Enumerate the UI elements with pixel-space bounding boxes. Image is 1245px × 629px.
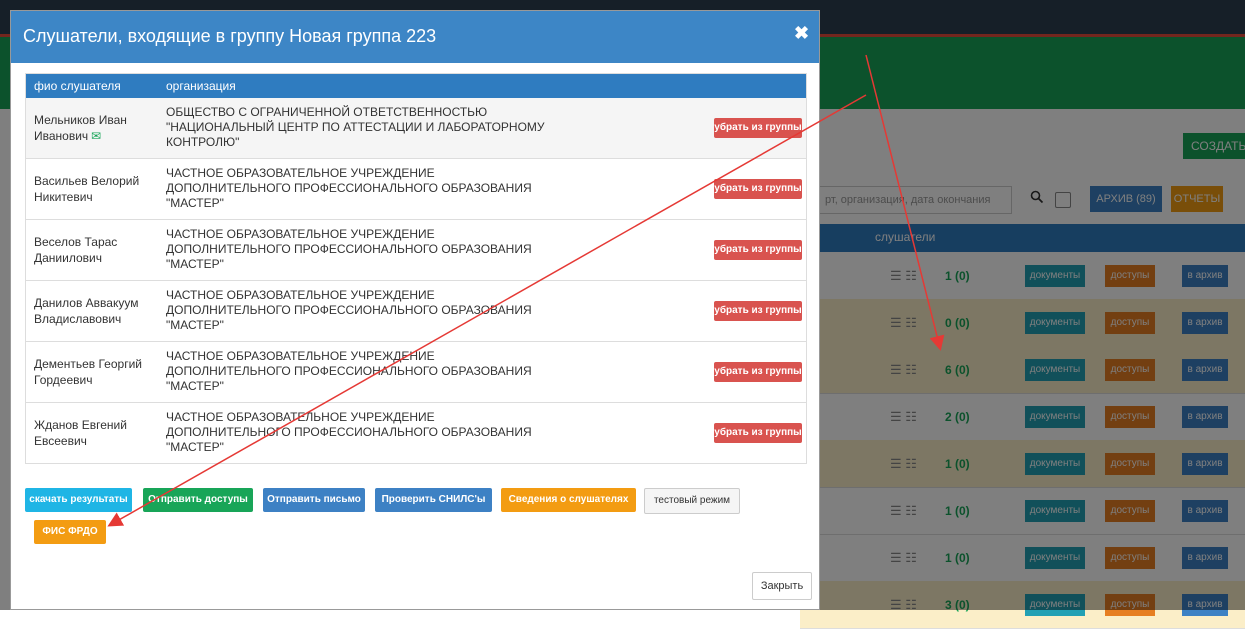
remove-from-group-button[interactable]: убрать из группы [714,423,802,443]
listener-name-line: Иванович ✉ [34,128,144,144]
org-line: ДОПОЛНИТЕЛЬНОГО ПРОФЕССИОНАЛЬНОГО ОБРАЗО… [166,364,532,378]
listener-name-line: Васильев Велорий [34,174,140,188]
org-line: ЧАСТНОЕ ОБРАЗОВАТЕЛЬНОЕ УЧРЕЖДЕНИЕ [166,410,435,424]
org-line: ДОПОЛНИТЕЛЬНОГО ПРОФЕССИОНАЛЬНОГО ОБРАЗО… [166,425,532,439]
org-line: ДОПОЛНИТЕЛЬНОГО ПРОФЕССИОНАЛЬНОГО ОБРАЗО… [166,303,532,317]
listener-name-line: Гордеевич [34,372,144,388]
column-header-organization: организация [166,79,236,93]
listener-patronymic: Никитевич [34,190,93,204]
listener-name-line: Мельников Иван [34,113,127,127]
listener-name-line: Даниилович [34,250,144,266]
listener-patronymic: Гордеевич [34,373,93,387]
table-row: Веселов Тарас Даниилович ЧАСТНОЕ ОБРАЗОВАТ… [26,220,806,281]
remove-from-group-button[interactable]: убрать из группы [714,301,802,321]
listener-name: Данилов Аввакуум Владиславович [34,295,144,327]
remove-from-group-button[interactable]: убрать из группы [714,118,802,138]
org-line: ДОПОЛНИТЕЛЬНОГО ПРОФЕССИОНАЛЬНОГО ОБРАЗО… [166,181,532,195]
close-button[interactable]: Закрыть [752,572,812,600]
org-line: "МАСТЕР" [166,196,224,210]
listener-name-line: Жданов Евгений [34,418,127,432]
listener-name: Мельников Иван Иванович ✉ [34,112,144,144]
remove-from-group-button[interactable]: убрать из группы [714,240,802,260]
organization-name: ЧАСТНОЕ ОБРАЗОВАТЕЛЬНОЕ УЧРЕЖДЕНИЕ ДОПОЛН… [166,349,566,394]
envelope-icon[interactable]: ✉ [91,128,101,144]
organization-name: ЧАСТНОЕ ОБРАЗОВАТЕЛЬНОЕ УЧРЕЖДЕНИЕ ДОПОЛН… [166,166,566,211]
table-header: фио слушателя организация [26,74,806,98]
listener-patronymic: Евсеевич [34,434,87,448]
org-line: ЧАСТНОЕ ОБРАЗОВАТЕЛЬНОЕ УЧРЕЖДЕНИЕ [166,288,435,302]
listener-name-line: Дементьев Георгий [34,357,142,371]
test-mode-button[interactable]: тестовый режим [644,488,740,514]
org-line: "МАСТЕР" [166,440,224,454]
table-row: Дементьев Георгий Гордеевич ЧАСТНОЕ ОБРАЗО… [26,342,806,403]
fis-frdo-button[interactable]: ФИС ФРДО [34,520,106,544]
listener-name: Жданов Евгений Евсеевич [34,417,144,449]
table-row: Мельников Иван Иванович ✉ ОБЩЕСТВО С ОГРАНИ… [26,98,806,159]
listener-name-line: Никитевич [34,189,144,205]
listener-name: Веселов Тарас Даниилович [34,234,144,266]
table-row: Жданов Евгений Евсеевич ЧАСТНОЕ ОБРАЗОВАТЕ… [26,403,806,464]
download-results-button[interactable]: скачать результаты [25,488,132,512]
remove-from-group-button[interactable]: убрать из группы [714,362,802,382]
org-line: "НАЦИОНАЛЬНЫЙ ЦЕНТР ПО АТТЕСТАЦИИ И ЛАБО… [166,120,545,134]
column-header-name: фио слушателя [34,79,121,93]
org-line: ДОПОЛНИТЕЛЬНОГО ПРОФЕССИОНАЛЬНОГО ОБРАЗО… [166,242,532,256]
org-line: ЧАСТНОЕ ОБРАЗОВАТЕЛЬНОЕ УЧРЕЖДЕНИЕ [166,166,435,180]
listener-patronymic: Владиславович [34,312,122,326]
organization-name: ОБЩЕСТВО С ОГРАНИЧЕННОЙ ОТВЕТСТВЕННОСТЬЮ… [166,105,566,150]
send-access-button[interactable]: Отправить доступы [143,488,253,512]
organization-name: ЧАСТНОЕ ОБРАЗОВАТЕЛЬНОЕ УЧРЕЖДЕНИЕ ДОПОЛН… [166,410,566,455]
listeners-info-button[interactable]: Сведения о слушателях [501,488,636,512]
listener-name-line: Веселов Тарас [34,235,118,249]
listener-name-line: Евсеевич [34,433,144,449]
listener-patronymic: Иванович [34,129,89,143]
org-line: "МАСТЕР" [166,257,224,271]
org-line: КОНТРОЛЮ" [166,135,240,149]
listener-name: Васильев Велорий Никитевич [34,173,144,205]
close-icon[interactable]: ✖ [794,23,809,44]
org-line: "МАСТЕР" [166,379,224,393]
send-letter-button[interactable]: Отправить письмо [263,488,365,512]
remove-from-group-button[interactable]: убрать из группы [714,179,802,199]
modal-title: Слушатели, входящие в группу Новая групп… [23,26,437,46]
listeners-modal: Слушатели, входящие в группу Новая групп… [10,10,820,610]
organization-name: ЧАСТНОЕ ОБРАЗОВАТЕЛЬНОЕ УЧРЕЖДЕНИЕ ДОПОЛН… [166,288,566,333]
modal-header: Слушатели, входящие в группу Новая групп… [11,11,819,63]
table-row: Данилов Аввакуум Владиславович ЧАСТНОЕ ОБР… [26,281,806,342]
org-line: "МАСТЕР" [166,318,224,332]
table-row: Васильев Велорий Никитевич ЧАСТНОЕ ОБРАЗОВ… [26,159,806,220]
check-snils-button[interactable]: Проверить СНИЛС'ы [375,488,492,512]
listener-patronymic: Даниилович [34,251,102,265]
organization-name: ЧАСТНОЕ ОБРАЗОВАТЕЛЬНОЕ УЧРЕЖДЕНИЕ ДОПОЛН… [166,227,566,272]
org-line: ОБЩЕСТВО С ОГРАНИЧЕННОЙ ОТВЕТСТВЕННОСТЬЮ [166,105,488,119]
listener-name: Дементьев Георгий Гордеевич [34,356,144,388]
org-line: ЧАСТНОЕ ОБРАЗОВАТЕЛЬНОЕ УЧРЕЖДЕНИЕ [166,349,435,363]
listeners-table: фио слушателя организация Мельников Иван… [25,73,807,464]
listener-name-line: Владиславович [34,311,144,327]
listener-name-line: Данилов Аввакуум [34,296,139,310]
org-line: ЧАСТНОЕ ОБРАЗОВАТЕЛЬНОЕ УЧРЕЖДЕНИЕ [166,227,435,241]
